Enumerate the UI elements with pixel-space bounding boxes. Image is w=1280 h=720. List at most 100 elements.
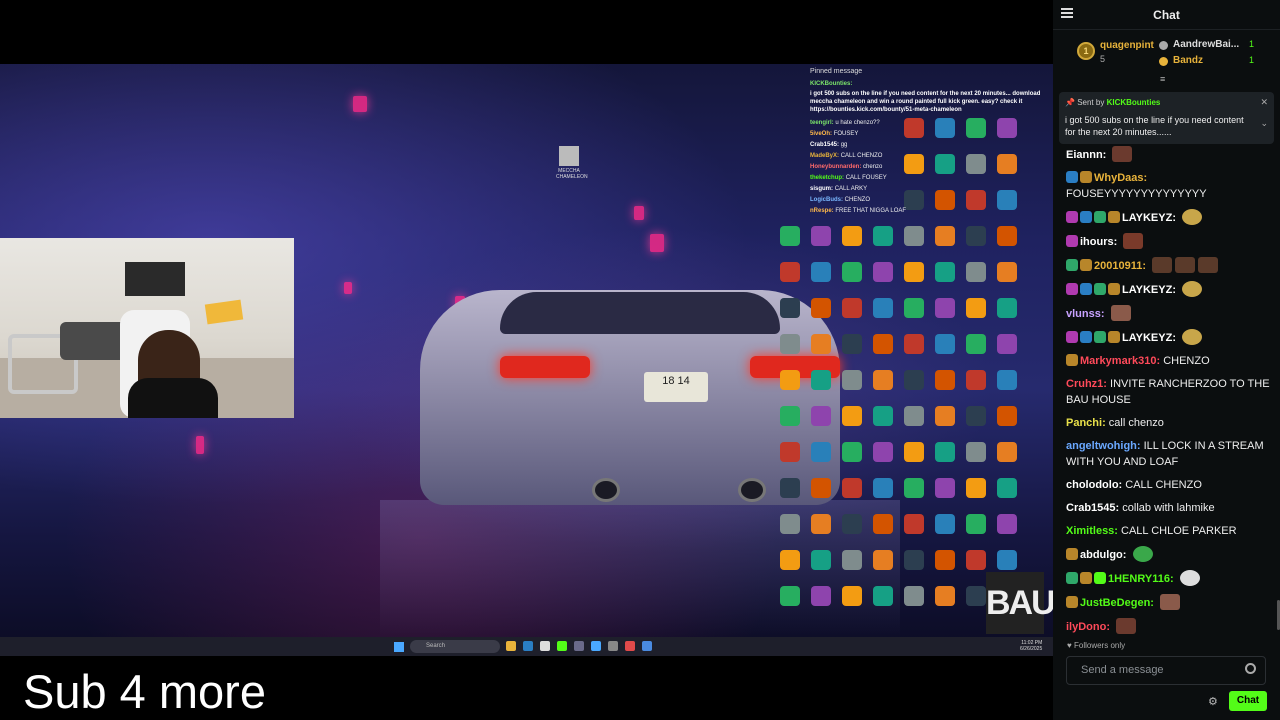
desktop-app-icon[interactable] — [930, 298, 960, 320]
desktop-app-icon[interactable] — [775, 298, 805, 320]
desktop-app-icon[interactable] — [806, 442, 836, 464]
desktop-app-icon[interactable] — [868, 442, 898, 464]
gear-icon[interactable]: ⚙ — [1208, 695, 1218, 708]
desktop-app-icon[interactable] — [775, 334, 805, 356]
desktop-app-icon[interactable] — [775, 442, 805, 464]
chat-username[interactable]: WhyDaas: — [1094, 172, 1147, 184]
chat-username[interactable]: Crab1545: — [1066, 502, 1119, 514]
desktop-app-icon[interactable] — [961, 406, 991, 428]
desktop-app-icon[interactable] — [806, 370, 836, 392]
chat-username[interactable]: LAYKEYZ: — [1122, 332, 1176, 344]
chat-username[interactable]: ilyDono: — [1066, 621, 1110, 633]
desktop-app-icon[interactable] — [992, 406, 1022, 428]
gifter-name[interactable]: AandrewBai... — [1173, 39, 1239, 50]
desktop-app-icon[interactable] — [806, 406, 836, 428]
desktop-app-icon[interactable] — [930, 442, 960, 464]
chat-username[interactable]: Panchi: — [1066, 417, 1106, 429]
desktop-app-icon[interactable] — [868, 478, 898, 500]
desktop-app-icon[interactable] — [961, 370, 991, 392]
desktop-app-icon[interactable] — [837, 478, 867, 500]
desktop-app-icon[interactable] — [899, 550, 929, 572]
desktop-app-icon[interactable] — [837, 514, 867, 536]
chat-username[interactable]: Eiannn: — [1066, 149, 1106, 161]
pin-collapse-icon[interactable]: ≡ — [1160, 74, 1165, 84]
desktop-app-icon[interactable] — [930, 262, 960, 284]
taskbar-app-icon[interactable] — [523, 641, 533, 651]
chat-username[interactable]: 1HENRY116: — [1108, 573, 1174, 585]
desktop-app-icon[interactable] — [899, 370, 929, 392]
desktop-app-icon[interactable] — [930, 406, 960, 428]
chat-username[interactable]: cholodolo: — [1066, 479, 1122, 491]
desktop-app-icon[interactable] — [899, 442, 929, 464]
desktop-app-icon[interactable] — [961, 550, 991, 572]
taskbar-search[interactable]: Search — [410, 640, 500, 653]
chat-username[interactable]: Markymark310: — [1080, 355, 1160, 367]
desktop-app-icon[interactable] — [806, 262, 836, 284]
desktop-app-icon[interactable] — [806, 298, 836, 320]
message-input[interactable]: Send a message — [1066, 656, 1266, 685]
desktop-app-icon[interactable] — [899, 586, 929, 608]
desktop-app-icon[interactable] — [899, 298, 929, 320]
chat-username[interactable]: angeltwohigh: — [1066, 440, 1141, 452]
chevron-down-icon[interactable]: ⌄ — [1260, 118, 1268, 129]
desktop-app-icon[interactable] — [992, 442, 1022, 464]
desktop-app-icon[interactable] — [930, 550, 960, 572]
gifter-name[interactable]: Bandz — [1173, 55, 1203, 66]
desktop-app-icon[interactable] — [775, 226, 805, 248]
desktop-app-icon[interactable] — [961, 298, 991, 320]
desktop-app-icon[interactable] — [899, 334, 929, 356]
gifter-name[interactable]: quagenpint — [1100, 40, 1154, 51]
desktop-app-icon[interactable] — [899, 262, 929, 284]
taskbar-app-icon[interactable] — [540, 641, 550, 651]
unpin-icon[interactable]: ✕ — [1260, 97, 1268, 108]
taskbar-app-icon[interactable] — [506, 641, 516, 651]
desktop-app-icon[interactable] — [837, 262, 867, 284]
desktop-app-icon[interactable] — [992, 298, 1022, 320]
send-chat-button[interactable]: Chat — [1229, 691, 1267, 711]
desktop-app-icon[interactable] — [961, 442, 991, 464]
desktop-app-icon[interactable] — [775, 262, 805, 284]
desktop-app-icon[interactable] — [868, 298, 898, 320]
desktop-app-icon[interactable] — [961, 478, 991, 500]
stream-video[interactable]: 18 14 MECCHA CHAMELEON Pinned message KI… — [0, 0, 1053, 720]
desktop-app-icon[interactable] — [992, 334, 1022, 356]
desktop-icon-meccha[interactable]: MECCHA CHAMELEON — [556, 146, 588, 180]
chat-username[interactable]: JustBeDegen: — [1080, 597, 1154, 609]
desktop-app-icon[interactable] — [806, 334, 836, 356]
chat-username[interactable]: Cruhz1: — [1066, 378, 1107, 390]
desktop-app-icon[interactable] — [806, 514, 836, 536]
pinned-message[interactable]: 📌 Sent by KICKBounties ✕ i got 500 subs … — [1059, 92, 1274, 144]
desktop-app-icon[interactable] — [930, 514, 960, 536]
emoji-icon[interactable] — [1245, 663, 1256, 674]
desktop-app-icon[interactable] — [775, 478, 805, 500]
pinned-sender[interactable]: KICKBounties — [1107, 98, 1161, 107]
desktop-app-icon[interactable] — [775, 550, 805, 572]
desktop-app-icon[interactable] — [775, 406, 805, 428]
taskbar-app-icon[interactable] — [625, 641, 635, 651]
desktop-app-icon[interactable] — [868, 334, 898, 356]
desktop-app-icon[interactable] — [868, 406, 898, 428]
desktop-app-icon[interactable] — [775, 370, 805, 392]
taskbar-app-icon[interactable] — [574, 641, 584, 651]
desktop-app-icon[interactable] — [868, 550, 898, 572]
desktop-app-icon[interactable] — [837, 334, 867, 356]
desktop-app-icon[interactable] — [992, 262, 1022, 284]
taskbar-app-icon[interactable] — [557, 641, 567, 651]
desktop-app-icon[interactable] — [837, 442, 867, 464]
windows-start-icon[interactable] — [394, 642, 404, 652]
desktop-app-icon[interactable] — [992, 550, 1022, 572]
desktop-app-icon[interactable] — [930, 478, 960, 500]
taskbar-app-icon[interactable] — [608, 641, 618, 651]
desktop-app-icon[interactable] — [837, 550, 867, 572]
desktop-app-icon[interactable] — [961, 262, 991, 284]
chat-username[interactable]: Ximitless: — [1066, 525, 1118, 537]
desktop-app-icon[interactable] — [868, 370, 898, 392]
desktop-app-icon[interactable] — [992, 514, 1022, 536]
desktop-app-icon[interactable] — [961, 334, 991, 356]
chat-username[interactable]: abdulgo: — [1080, 549, 1126, 561]
desktop-app-icon[interactable] — [775, 586, 805, 608]
desktop-app-icon[interactable] — [837, 298, 867, 320]
desktop-app-icon[interactable] — [961, 514, 991, 536]
desktop-app-icon[interactable] — [837, 586, 867, 608]
taskbar-app-icon[interactable] — [591, 641, 601, 651]
